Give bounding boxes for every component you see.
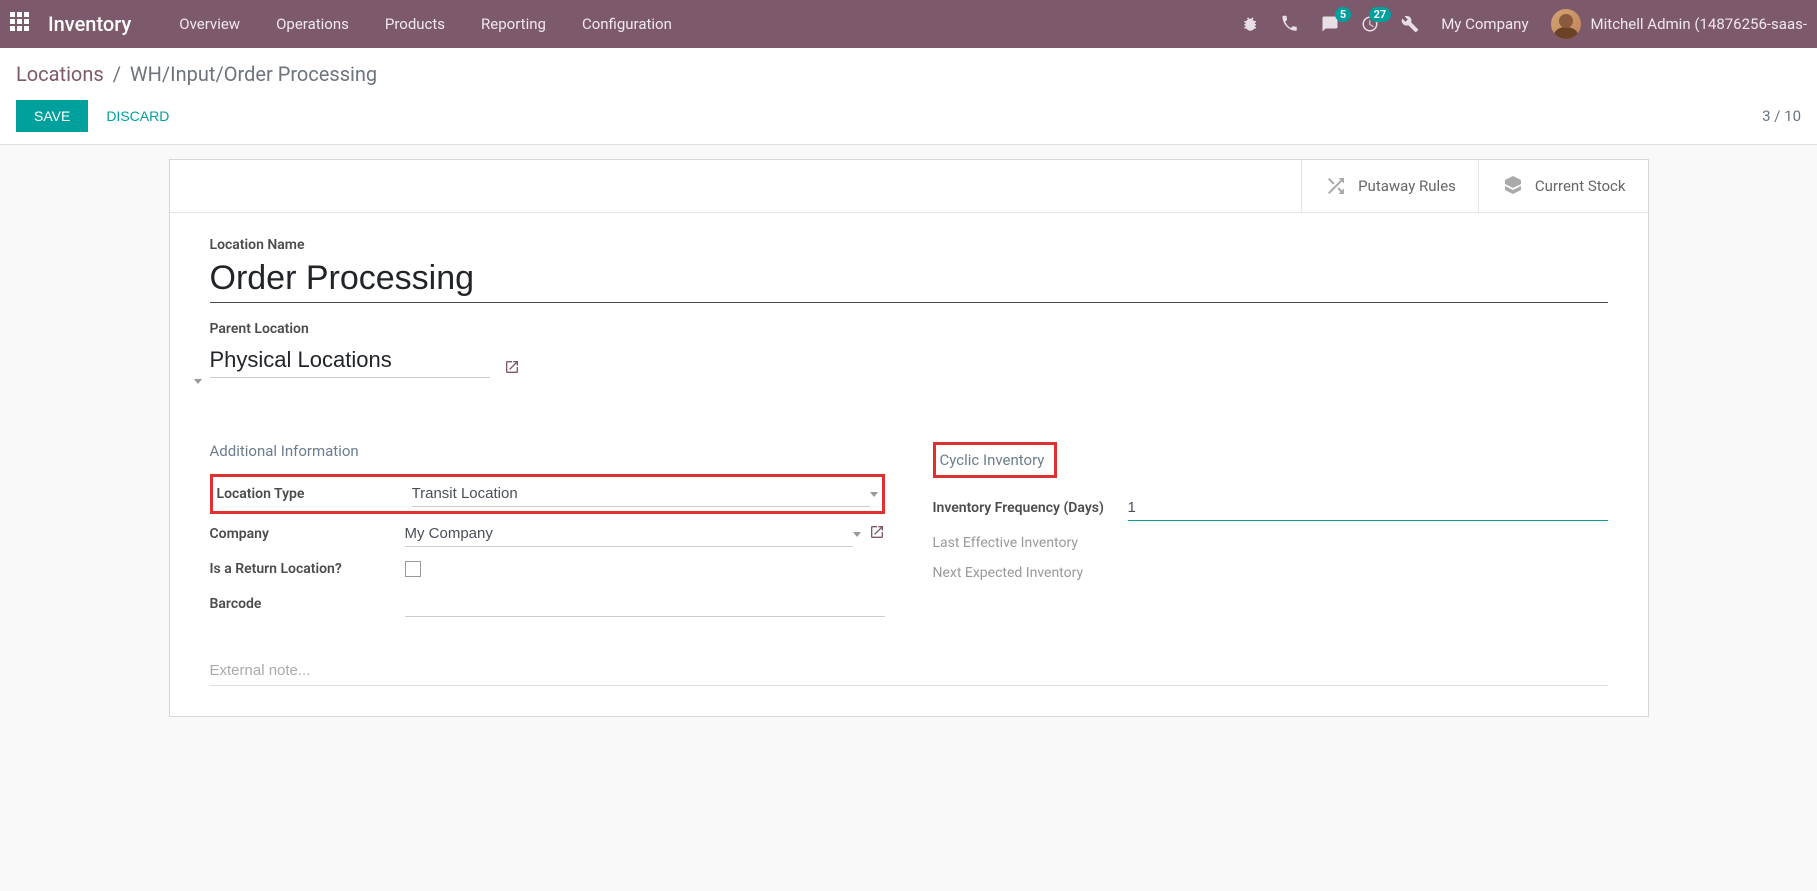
discard-button[interactable]: Discard xyxy=(88,100,187,132)
chevron-down-icon[interactable] xyxy=(853,532,861,537)
putaway-rules-label: Putaway Rules xyxy=(1358,177,1456,195)
nav-products[interactable]: Products xyxy=(367,15,463,33)
debug-icon[interactable] xyxy=(1241,15,1259,33)
location-type-row: Location Type xyxy=(210,474,885,514)
form-body: Location Name Parent Location Add xyxy=(170,213,1648,716)
is-return-label: Is a Return Location? xyxy=(210,561,405,577)
barcode-row: Barcode xyxy=(210,584,885,624)
barcode-label: Barcode xyxy=(210,596,405,612)
stat-buttons: Putaway Rules Current Stock xyxy=(170,160,1648,213)
next-exp-label: Next Expected Inventory xyxy=(933,565,1128,581)
form-container: Putaway Rules Current Stock Location Nam… xyxy=(0,159,1817,717)
current-stock-button[interactable]: Current Stock xyxy=(1478,160,1648,212)
is-return-row: Is a Return Location? xyxy=(210,554,885,584)
company-label: Company xyxy=(210,526,405,542)
activities-badge: 27 xyxy=(1369,7,1392,22)
nav-menu: Overview Operations Products Reporting C… xyxy=(161,15,690,33)
location-name-label: Location Name xyxy=(210,237,1608,253)
nav-reporting[interactable]: Reporting xyxy=(463,15,564,33)
chevron-down-icon[interactable] xyxy=(194,379,202,384)
shuffle-icon xyxy=(1324,174,1348,198)
company-row: Company xyxy=(210,514,885,554)
location-type-label: Location Type xyxy=(217,486,412,502)
form-sheet: Putaway Rules Current Stock Location Nam… xyxy=(169,159,1649,717)
form-columns: Additional Information Location Type Com… xyxy=(210,442,1608,624)
putaway-rules-button[interactable]: Putaway Rules xyxy=(1301,160,1478,212)
location-name-input[interactable] xyxy=(210,259,1608,303)
tools-icon[interactable] xyxy=(1401,15,1419,33)
last-eff-row: Last Effective Inventory xyxy=(933,528,1608,558)
inv-freq-row: Inventory Frequency (Days) xyxy=(933,488,1608,528)
pager[interactable]: 3 / 10 xyxy=(1762,107,1801,125)
section-cyclic-title: Cyclic Inventory xyxy=(933,442,1058,478)
inv-freq-label: Inventory Frequency (Days) xyxy=(933,500,1128,516)
apps-icon[interactable] xyxy=(10,12,34,36)
last-eff-label: Last Effective Inventory xyxy=(933,535,1128,551)
col-cyclic: Cyclic Inventory Inventory Frequency (Da… xyxy=(933,442,1608,624)
breadcrumb: Locations / WH/Input/Order Processing xyxy=(16,62,1801,86)
save-button[interactable]: Save xyxy=(16,100,88,132)
location-type-select[interactable] xyxy=(412,481,870,507)
parent-section: Parent Location xyxy=(210,321,1608,394)
action-row: Save Discard 3 / 10 xyxy=(16,100,1801,132)
user-menu[interactable]: Mitchell Admin (14876256-saas- xyxy=(1551,9,1807,39)
messages-icon[interactable]: 5 xyxy=(1321,15,1339,33)
external-note-input[interactable] xyxy=(210,662,1608,679)
breadcrumb-root[interactable]: Locations xyxy=(16,62,104,86)
nav-overview[interactable]: Overview xyxy=(161,15,258,33)
external-note xyxy=(210,662,1608,686)
barcode-input[interactable] xyxy=(405,591,885,617)
top-navbar: Inventory Overview Operations Products R… xyxy=(0,0,1817,48)
next-exp-row: Next Expected Inventory xyxy=(933,558,1608,588)
phone-icon[interactable] xyxy=(1281,15,1299,33)
breadcrumb-sep: / xyxy=(113,62,121,86)
nav-configuration[interactable]: Configuration xyxy=(564,15,690,33)
external-link-icon[interactable] xyxy=(504,359,520,379)
section-additional-title: Additional Information xyxy=(210,442,885,460)
action-bar: Locations / WH/Input/Order Processing Sa… xyxy=(0,48,1817,145)
activities-icon[interactable]: 27 xyxy=(1361,15,1379,33)
company-select[interactable] xyxy=(405,521,853,547)
boxes-icon xyxy=(1501,174,1525,198)
avatar xyxy=(1551,9,1581,39)
parent-location-input[interactable] xyxy=(210,343,490,378)
user-name: Mitchell Admin (14876256-saas- xyxy=(1591,15,1807,33)
company-switcher[interactable]: My Company xyxy=(1441,15,1528,33)
inv-freq-input[interactable] xyxy=(1128,495,1608,521)
current-stock-label: Current Stock xyxy=(1535,177,1626,195)
navbar-left: Inventory Overview Operations Products R… xyxy=(10,12,690,36)
is-return-checkbox[interactable] xyxy=(405,561,421,577)
parent-location-label: Parent Location xyxy=(210,321,1608,337)
navbar-right: 5 27 My Company Mitchell Admin (14876256… xyxy=(1241,9,1807,39)
messages-badge: 5 xyxy=(1335,7,1351,22)
app-title[interactable]: Inventory xyxy=(48,12,131,36)
breadcrumb-current: WH/Input/Order Processing xyxy=(130,62,377,86)
col-additional: Additional Information Location Type Com… xyxy=(210,442,885,624)
external-link-icon[interactable] xyxy=(869,524,885,544)
chevron-down-icon[interactable] xyxy=(870,492,878,497)
nav-operations[interactable]: Operations xyxy=(258,15,367,33)
